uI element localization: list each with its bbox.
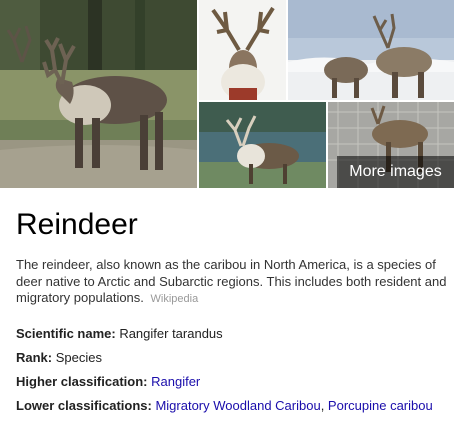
facts-list: Scientific name: Rangifer tarandus Rank:… bbox=[16, 326, 448, 422]
migratory-woodland-caribou-link[interactable]: Migratory Woodland Caribou bbox=[155, 398, 320, 413]
rangifer-link[interactable]: Rangifer bbox=[151, 374, 200, 389]
reindeer-snow-photo bbox=[288, 0, 454, 100]
fact-scientific-name: Scientific name: Rangifer tarandus bbox=[16, 326, 448, 350]
fact-value: Species bbox=[52, 350, 102, 365]
entity-description: The reindeer, also known as the caribou … bbox=[16, 257, 448, 308]
fact-value: Rangifer tarandus bbox=[115, 326, 223, 341]
fact-label: Rank: bbox=[16, 350, 53, 365]
image-tile-reindeer-field[interactable] bbox=[0, 0, 197, 188]
caribou-lake-photo bbox=[199, 102, 326, 188]
description-text: The reindeer, also known as the caribou … bbox=[16, 257, 447, 305]
fact-higher-classification: Higher classification: Rangifer bbox=[16, 374, 448, 398]
entity-title: Reindeer bbox=[16, 208, 138, 241]
separator: , bbox=[320, 398, 328, 413]
fact-label: Scientific name: bbox=[16, 326, 116, 341]
knowledge-panel: More images Reindeer The reindeer, also … bbox=[0, 0, 454, 424]
reindeer-head-photo bbox=[199, 0, 286, 100]
fact-label: Lower classifications: bbox=[16, 398, 152, 413]
fact-lower-classifications: Lower classifications: Migratory Woodlan… bbox=[16, 398, 448, 422]
fact-rank: Rank: Species bbox=[16, 350, 448, 374]
fact-label: Higher classification: bbox=[16, 374, 148, 389]
image-tile-caribou-lake[interactable] bbox=[199, 102, 326, 188]
image-tile-reindeer-head[interactable] bbox=[199, 0, 286, 100]
reindeer-field-photo bbox=[0, 0, 197, 188]
more-images-link[interactable]: More images bbox=[337, 156, 454, 188]
image-strip: More images bbox=[0, 0, 454, 188]
image-tile-reindeer-snow[interactable] bbox=[288, 0, 454, 100]
porcupine-caribou-link[interactable]: Porcupine caribou bbox=[328, 398, 433, 413]
wikipedia-source-link[interactable]: Wikipedia bbox=[151, 293, 199, 305]
